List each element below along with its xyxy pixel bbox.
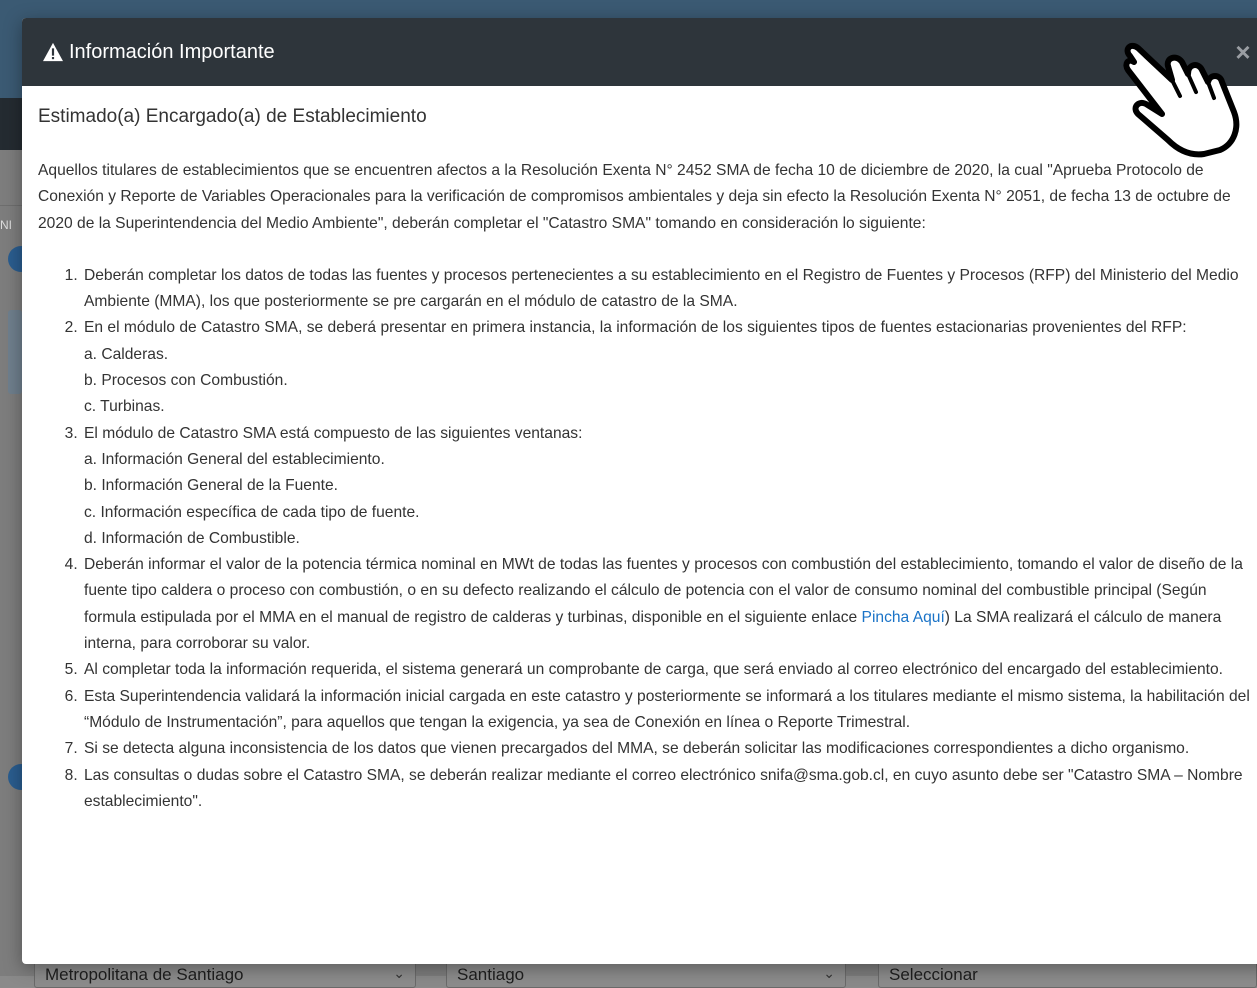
sub-item: b. Procesos con Combustión. [84, 372, 288, 390]
chevron-down-icon: ⌄ [393, 965, 405, 981]
sub-item: c. Información específica de cada tipo d… [84, 503, 420, 521]
list-item: Las consultas o dudas sobre el Catastro … [82, 763, 1253, 816]
region-select-value: Metropolitana de Santiago [45, 965, 244, 984]
greeting-heading: Estimado(a) Encargado(a) de Establecimie… [38, 106, 427, 127]
step-text: Al completar toda la información requeri… [84, 661, 1224, 679]
list-item: El módulo de Catastro SMA está compuesto… [82, 421, 1253, 552]
chevron-down-icon: ⌄ [823, 965, 835, 981]
list-item: Deberán informar el valor de la potencia… [82, 552, 1253, 657]
steps-list: Deberán completar los datos de todas las… [38, 263, 1253, 815]
list-item: Si se detecta alguna inconsistencia de l… [82, 736, 1253, 762]
step-text: En el módulo de Catastro SMA, se deberá … [84, 319, 1187, 337]
step-text: Deberán completar los datos de todas las… [84, 266, 1239, 311]
step-text: Las consultas o dudas sobre el Catastro … [84, 766, 1243, 810]
sub-item: b. Información General de la Fuente. [84, 477, 338, 495]
step-text: El módulo de Catastro SMA está compuesto… [84, 424, 583, 442]
pincha-aqui-link[interactable]: Pincha Aquí [862, 609, 945, 626]
step-text: Esta Superintendencia validará la inform… [84, 687, 1250, 731]
warning-icon [43, 42, 63, 62]
important-info-modal: Información Importante × Estimado(a) Enc… [22, 18, 1257, 964]
step-text: Si se detecta alguna inconsistencia de l… [84, 740, 1190, 758]
list-item: Deberán completar los datos de todas las… [82, 263, 1253, 316]
sub-item: a. Calderas. [84, 345, 169, 363]
background-panel-edge [8, 310, 22, 394]
sub-item: a. Información General del establecimien… [84, 450, 385, 468]
modal-body: Estimado(a) Encargado(a) de Establecimie… [38, 104, 1253, 815]
commune-select-value: Seleccionar [889, 965, 978, 984]
list-item: En el módulo de Catastro SMA, se deberá … [82, 315, 1253, 420]
intro-paragraph: Aquellos titulares de establecimientos q… [38, 162, 1231, 232]
sub-item: c. Turbinas. [84, 398, 165, 416]
modal-header: Información Importante × [22, 18, 1257, 86]
list-item: Al completar toda la información requeri… [82, 657, 1253, 683]
background-nav-fragment: NI [0, 218, 12, 232]
list-item: Esta Superintendencia validará la inform… [82, 684, 1253, 737]
sub-item: d. Información de Combustible. [84, 529, 300, 547]
province-select-value: Santiago [457, 965, 525, 984]
modal-title: Información Importante [69, 41, 275, 63]
